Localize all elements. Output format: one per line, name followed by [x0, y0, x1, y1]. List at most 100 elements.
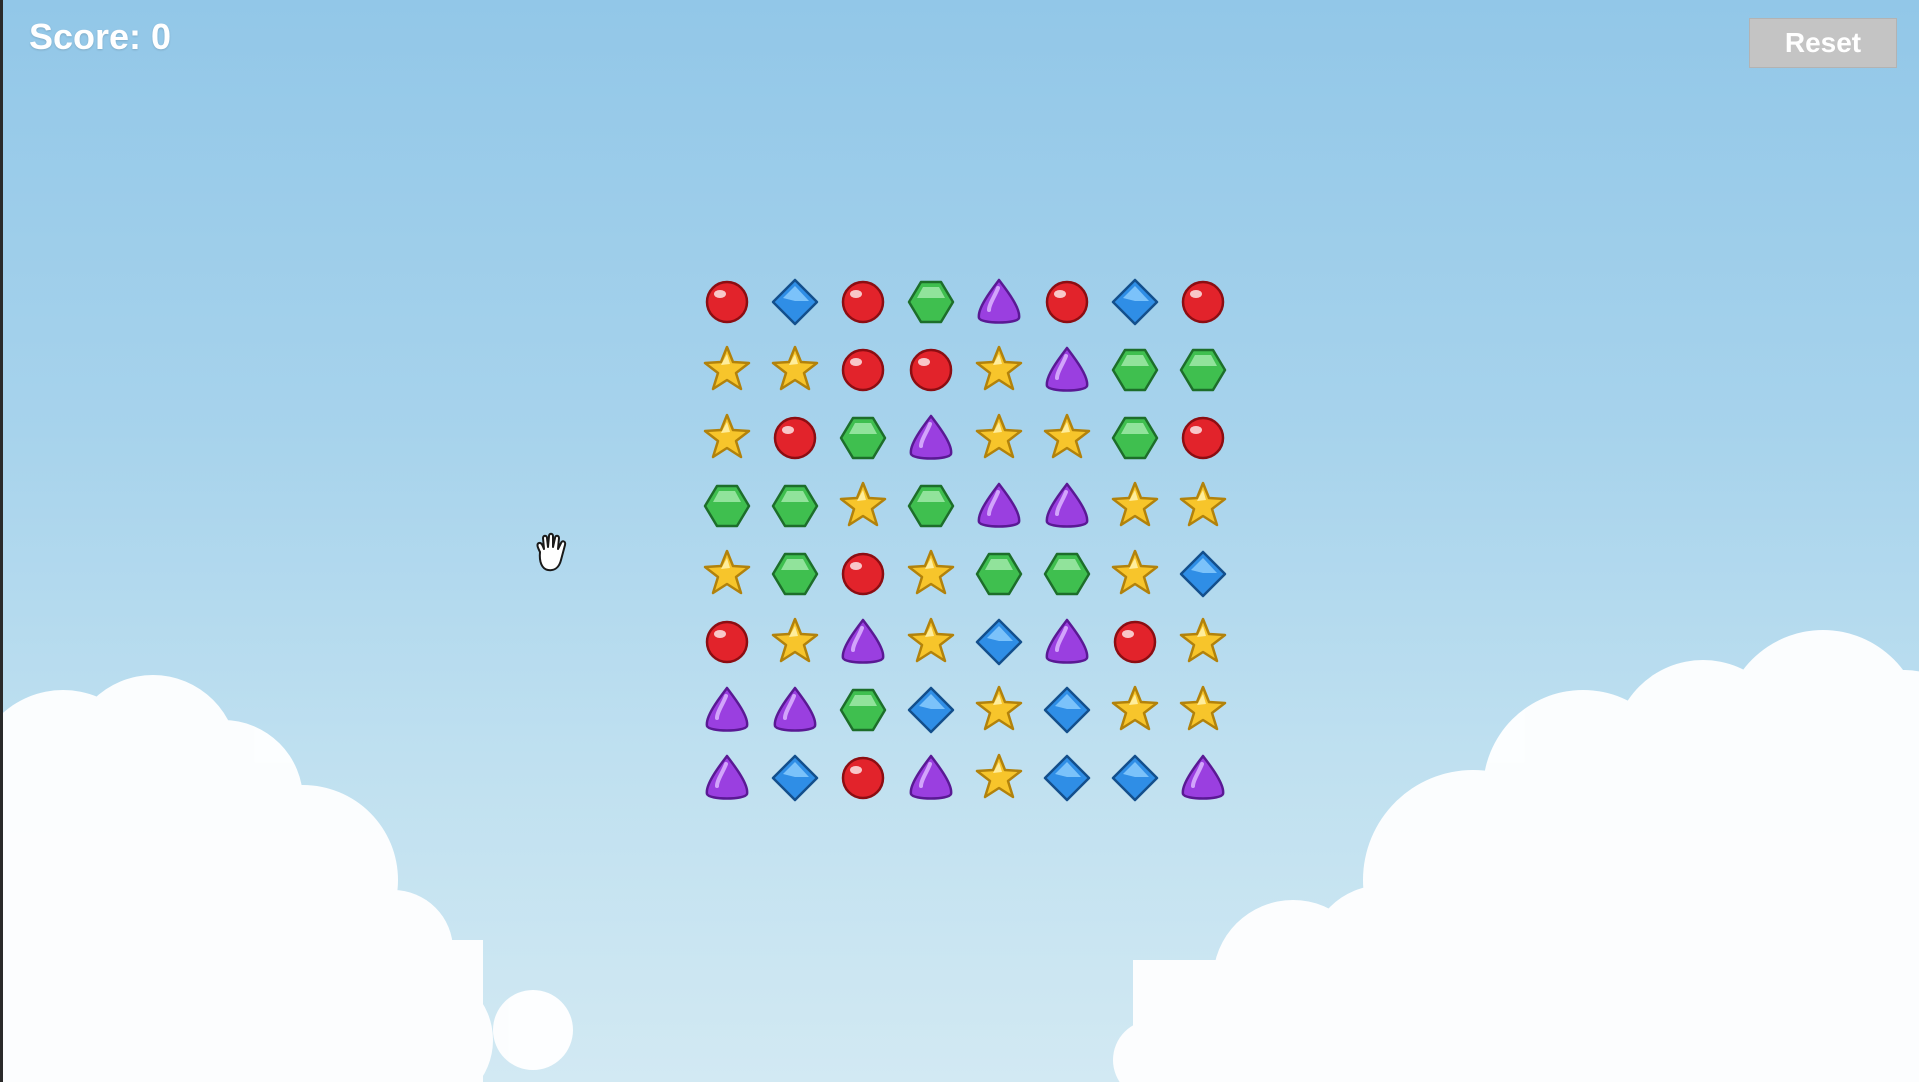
gem-cell[interactable] — [965, 744, 1033, 812]
yellow-star-gem-icon — [975, 345, 1023, 391]
gem-cell[interactable] — [1033, 268, 1101, 336]
gem-cell[interactable] — [1169, 336, 1237, 404]
gem-cell[interactable] — [693, 404, 761, 472]
gem-cell[interactable] — [897, 744, 965, 812]
gem-cell[interactable] — [1033, 744, 1101, 812]
gem-cell[interactable] — [897, 608, 965, 676]
gem-cell[interactable] — [829, 744, 897, 812]
gem-cell[interactable] — [693, 268, 761, 336]
gem-cell[interactable] — [761, 744, 829, 812]
purple-drop-gem-icon — [909, 414, 953, 460]
green-hexagon-gem-icon — [1179, 348, 1227, 392]
gem-cell[interactable] — [829, 336, 897, 404]
gem-cell[interactable] — [1169, 608, 1237, 676]
gem-cell[interactable] — [693, 744, 761, 812]
green-hexagon-gem-icon — [839, 688, 887, 732]
green-hexagon-gem-icon — [1043, 552, 1091, 596]
gem-cell[interactable] — [1101, 540, 1169, 608]
gem-cell[interactable] — [693, 472, 761, 540]
gem-cell[interactable] — [1101, 608, 1169, 676]
gem-cell[interactable] — [1169, 540, 1237, 608]
green-hexagon-gem-icon — [907, 280, 955, 324]
gem-cell[interactable] — [897, 336, 965, 404]
gem-cell[interactable] — [829, 268, 897, 336]
gem-cell[interactable] — [761, 336, 829, 404]
gem-cell[interactable] — [693, 336, 761, 404]
gem-cell[interactable] — [1033, 336, 1101, 404]
gem-cell[interactable] — [897, 540, 965, 608]
gem-cell[interactable] — [1101, 268, 1169, 336]
red-orb-gem-icon — [1045, 280, 1089, 324]
red-orb-gem-icon — [773, 416, 817, 460]
grab-hand-cursor-icon — [536, 532, 567, 572]
gem-cell[interactable] — [1101, 472, 1169, 540]
gem-cell[interactable] — [761, 268, 829, 336]
gem-cell[interactable] — [1033, 472, 1101, 540]
gem-cell[interactable] — [1101, 676, 1169, 744]
gem-cell[interactable] — [1033, 676, 1101, 744]
purple-drop-gem-icon — [841, 618, 885, 664]
purple-drop-gem-icon — [1045, 482, 1089, 528]
gem-cell[interactable] — [1033, 404, 1101, 472]
green-hexagon-gem-icon — [1111, 348, 1159, 392]
purple-drop-gem-icon — [705, 686, 749, 732]
gem-cell[interactable] — [829, 540, 897, 608]
gem-cell[interactable] — [965, 676, 1033, 744]
gem-cell[interactable] — [693, 540, 761, 608]
red-orb-gem-icon — [841, 348, 885, 392]
gem-cell[interactable] — [1169, 676, 1237, 744]
gem-cell[interactable] — [965, 472, 1033, 540]
gem-cell[interactable] — [761, 404, 829, 472]
blue-diamond-gem-icon — [771, 278, 819, 326]
gem-cell[interactable] — [965, 336, 1033, 404]
blue-diamond-gem-icon — [975, 618, 1023, 666]
red-orb-gem-icon — [705, 620, 749, 664]
gem-cell[interactable] — [1169, 472, 1237, 540]
blue-diamond-gem-icon — [1111, 278, 1159, 326]
gem-cell[interactable] — [1169, 268, 1237, 336]
gem-cell[interactable] — [829, 472, 897, 540]
blue-diamond-gem-icon — [1179, 550, 1227, 598]
yellow-star-gem-icon — [703, 549, 751, 595]
purple-drop-gem-icon — [1181, 754, 1225, 800]
gem-cell[interactable] — [761, 608, 829, 676]
gem-cell[interactable] — [761, 676, 829, 744]
reset-button[interactable]: Reset — [1749, 18, 1897, 68]
purple-drop-gem-icon — [1045, 618, 1089, 664]
gem-cell[interactable] — [761, 472, 829, 540]
yellow-star-gem-icon — [703, 345, 751, 391]
green-hexagon-gem-icon — [975, 552, 1023, 596]
gem-cell[interactable] — [1169, 404, 1237, 472]
gem-cell[interactable] — [897, 268, 965, 336]
blue-diamond-gem-icon — [1043, 686, 1091, 734]
yellow-star-gem-icon — [1179, 685, 1227, 731]
gem-cell[interactable] — [965, 404, 1033, 472]
yellow-star-gem-icon — [703, 413, 751, 459]
gem-cell[interactable] — [1101, 336, 1169, 404]
yellow-star-gem-icon — [1043, 413, 1091, 459]
gem-cell[interactable] — [1101, 404, 1169, 472]
gem-cell[interactable] — [897, 404, 965, 472]
gem-cell[interactable] — [897, 676, 965, 744]
green-hexagon-gem-icon — [771, 552, 819, 596]
purple-drop-gem-icon — [977, 278, 1021, 324]
gem-cell[interactable] — [1033, 608, 1101, 676]
gem-cell[interactable] — [693, 676, 761, 744]
gem-cell[interactable] — [897, 472, 965, 540]
gem-cell[interactable] — [1101, 744, 1169, 812]
gem-cell[interactable] — [965, 540, 1033, 608]
gem-cell[interactable] — [829, 404, 897, 472]
gem-cell[interactable] — [693, 608, 761, 676]
gem-cell[interactable] — [965, 608, 1033, 676]
gem-board[interactable] — [693, 268, 1237, 812]
yellow-star-gem-icon — [907, 617, 955, 663]
green-hexagon-gem-icon — [839, 416, 887, 460]
gem-cell[interactable] — [761, 540, 829, 608]
red-orb-gem-icon — [909, 348, 953, 392]
gem-cell[interactable] — [829, 676, 897, 744]
gem-cell[interactable] — [1169, 744, 1237, 812]
gem-cell[interactable] — [965, 268, 1033, 336]
gem-cell[interactable] — [1033, 540, 1101, 608]
gem-cell[interactable] — [829, 608, 897, 676]
yellow-star-gem-icon — [771, 617, 819, 663]
